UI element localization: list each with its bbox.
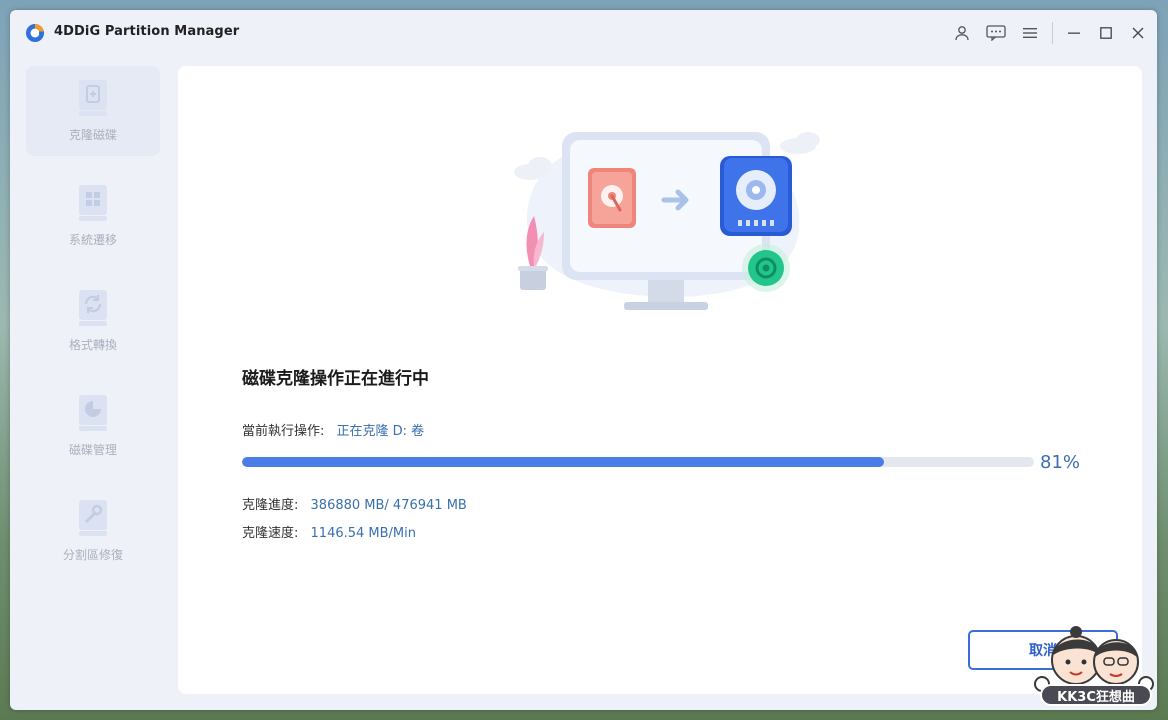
sidebar-item-label: 磁碟管理 (68, 443, 117, 457)
clone-speed-label: 克隆速度: (242, 526, 299, 541)
app-title: 4DDiG Partition Manager (54, 24, 240, 39)
maximize-icon[interactable] (1093, 20, 1119, 46)
clone-progress-value: 386880 MB/ 476941 MB (310, 498, 467, 513)
clone-progress-label: 克隆進度: (242, 498, 299, 513)
sidebar-item-label: 克隆磁碟 (68, 128, 117, 142)
current-operation-row: 當前執行操作: 正在克隆 D: 卷 (242, 420, 424, 439)
clone-progress-bar (242, 457, 1034, 467)
clone-speed-row: 克隆速度: 1146.54 MB/Min (242, 522, 416, 541)
minimize-icon[interactable] (1061, 20, 1087, 46)
user-icon[interactable] (949, 20, 975, 46)
page-title: 磁碟克隆操作正在進行中 (242, 369, 429, 389)
format-convert-icon (79, 290, 107, 326)
sidebar-item-label: 格式轉換 (68, 338, 117, 352)
current-operation-label: 當前執行操作: (242, 424, 325, 439)
system-migration-icon (79, 185, 107, 221)
watermark-mascot-icon (1034, 626, 1154, 692)
watermark: KK3C狂想曲 (1028, 622, 1158, 714)
sidebar-item-disk-management[interactable]: 磁碟管理 (26, 381, 160, 471)
sidebar: 克隆磁碟 系統遷移 格式轉換 磁碟管理 分割區修復 (10, 66, 170, 706)
sidebar-item-system-migration[interactable]: 系統遷移 (26, 171, 160, 261)
sidebar-item-label: 分割區修復 (62, 548, 123, 562)
close-icon[interactable] (1125, 20, 1151, 46)
sidebar-item-partition-repair[interactable]: 分割區修復 (26, 486, 160, 576)
feedback-icon[interactable] (983, 20, 1009, 46)
main-panel: 磁碟克隆操作正在進行中 當前執行操作: 正在克隆 D: 卷 81% 克隆進度: … (178, 66, 1142, 694)
sidebar-item-label: 系統遷移 (68, 233, 117, 247)
titlebar-divider (1052, 22, 1053, 44)
partition-repair-icon (79, 500, 107, 536)
current-operation-value: 正在克隆 D: 卷 (336, 424, 425, 439)
clone-progress-row: 克隆進度: 386880 MB/ 476941 MB (242, 494, 467, 513)
title-bar: 4DDiG Partition Manager (10, 10, 1157, 56)
app-logo-icon (26, 24, 44, 42)
sidebar-item-clone-disk[interactable]: 克隆磁碟 (26, 66, 160, 156)
disk-clone-illustration (514, 132, 820, 310)
sidebar-item-format-convert[interactable]: 格式轉換 (26, 276, 160, 366)
clone-disk-icon (79, 80, 107, 116)
disk-management-icon (79, 395, 107, 431)
app-window: 4DDiG Partition Manager 克隆磁碟 系統遷移 格式轉換 磁… (10, 10, 1157, 710)
clone-speed-value: 1146.54 MB/Min (310, 526, 417, 541)
progress-percent: 81% (1040, 452, 1081, 473)
clone-progress-fill (242, 457, 884, 467)
watermark-text: KK3C狂想曲 (1040, 684, 1152, 706)
menu-icon[interactable] (1017, 20, 1043, 46)
